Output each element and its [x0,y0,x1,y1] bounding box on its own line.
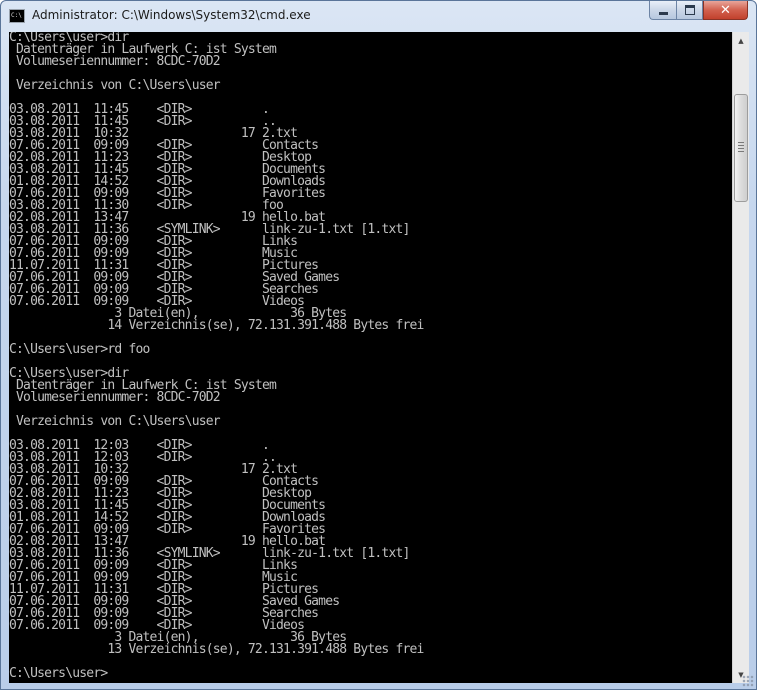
caption-buttons: ✕ [649,1,748,20]
console-line: Verzeichnis von C:\Users\user [9,414,221,429]
scroll-up-button[interactable]: ▲ [733,32,749,49]
thumb-grip-icon [738,148,744,149]
close-icon: ✕ [720,2,731,18]
console-line: Volumeseriennummer: 8CDC-70D2 [9,54,221,69]
console-line: 14 Verzeichnis(se), 72.131.391.488 Bytes… [9,318,424,333]
minimize-button[interactable] [649,1,676,20]
console-line: C:\Users\user>rd foo [9,342,150,357]
scrollbar-thumb[interactable] [734,94,748,202]
console-text: C:\Users\user>dir Datenträger in Laufwer… [9,32,732,680]
console-line: Verzeichnis von C:\Users\user [9,78,221,93]
console-line: 13 Verzeichnis(se), 72.131.391.488 Bytes… [9,642,424,657]
minimize-icon [658,11,668,15]
maximize-button[interactable] [676,1,703,20]
console-line: Volumeseriennummer: 8CDC-70D2 [9,390,221,405]
close-button[interactable]: ✕ [703,1,748,20]
resize-grip-icon[interactable] [742,675,754,687]
cmd-app-icon[interactable]: C:\ [9,9,25,23]
window-title: Administrator: C:\Windows\System32\cmd.e… [32,8,311,22]
thumb-grip-icon [738,151,744,152]
arrow-up-icon: ▲ [738,36,744,45]
maximize-icon [684,5,695,15]
thumb-grip-icon [738,142,744,143]
console-line: C:\Users\user> [9,666,108,681]
cmd-window: C:\ Administrator: C:\Windows\System32\c… [0,0,757,690]
thumb-grip-icon [738,145,744,146]
vertical-scrollbar[interactable]: ▲ ▼ [732,32,749,683]
title-bar[interactable]: C:\ Administrator: C:\Windows\System32\c… [1,1,756,32]
console-output[interactable]: C:\Users\user>dir Datenträger in Laufwer… [9,32,732,683]
